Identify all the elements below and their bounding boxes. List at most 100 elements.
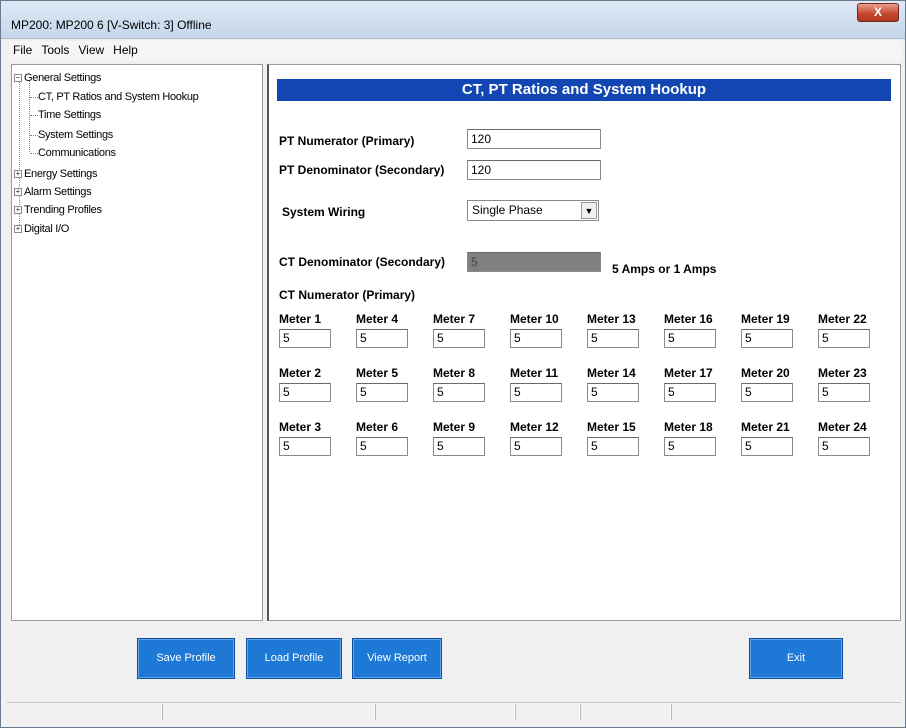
tree-item-label: Digital I/O: [24, 223, 69, 235]
meter-ct-input[interactable]: 5: [510, 437, 562, 456]
load-profile-button[interactable]: Load Profile: [246, 638, 342, 679]
tree-item-time-settings[interactable]: Time Settings: [38, 107, 101, 123]
menu-help[interactable]: Help: [109, 41, 143, 57]
meter-ct-input[interactable]: 5: [356, 383, 408, 402]
meter-ct-input[interactable]: 5: [356, 329, 408, 348]
meter-label: Meter 14: [587, 366, 636, 380]
meter-ct-input[interactable]: 5: [510, 383, 562, 402]
menu-file[interactable]: File: [9, 41, 37, 57]
ct-denominator-input: 5: [467, 252, 601, 272]
meter-ct-input[interactable]: 5: [279, 437, 331, 456]
meter-label: Meter 18: [664, 420, 713, 434]
meter-ct-input[interactable]: 5: [664, 329, 716, 348]
meter-ct-input[interactable]: 5: [664, 437, 716, 456]
tree-item-energy-settings[interactable]: + Energy Settings: [14, 166, 97, 182]
tree-connector: [30, 135, 38, 136]
meter-ct-input[interactable]: 5: [741, 329, 793, 348]
meter-label: Meter 20: [741, 366, 790, 380]
meter-ct-input[interactable]: 5: [433, 383, 485, 402]
tree-item-alarm-settings[interactable]: + Alarm Settings: [14, 184, 92, 200]
meter-label: Meter 24: [818, 420, 867, 434]
system-wiring-value: Single Phase: [472, 203, 543, 217]
tree-item-general-settings[interactable]: − General Settings: [14, 70, 101, 86]
meter-ct-input[interactable]: 5: [587, 437, 639, 456]
meter-label: Meter 21: [741, 420, 790, 434]
expand-icon[interactable]: +: [14, 206, 22, 215]
meter-label: Meter 2: [279, 366, 322, 380]
meter-label: Meter 11: [510, 366, 559, 380]
tree-item-label: Time Settings: [38, 109, 101, 121]
meter-ct-input[interactable]: 5: [587, 383, 639, 402]
meter-ct-input[interactable]: 5: [741, 437, 793, 456]
tree-item-ct-pt-ratios[interactable]: CT, PT Ratios and System Hookup: [38, 89, 199, 105]
section-banner: CT, PT Ratios and System Hookup: [277, 79, 891, 101]
title-bar[interactable]: MP200: MP200 6 [V-Switch: 3] Offline X: [1, 1, 905, 39]
tree-connector: [30, 115, 38, 116]
expand-icon[interactable]: +: [14, 225, 22, 234]
pt-numerator-input[interactable]: 120: [467, 129, 601, 149]
pt-denominator-input[interactable]: 120: [467, 160, 601, 180]
pt-denominator-label: PT Denominator (Secondary): [279, 163, 445, 177]
ct-denominator-label: CT Denominator (Secondary): [279, 255, 446, 269]
system-wiring-label: System Wiring: [282, 205, 366, 219]
tree-item-label: Communications: [38, 147, 116, 159]
meter-label: Meter 10: [510, 312, 559, 326]
status-separator: [375, 704, 376, 720]
meter-ct-input[interactable]: 5: [587, 329, 639, 348]
status-separator: [671, 704, 672, 720]
tree-item-digital-io[interactable]: + Digital I/O: [14, 221, 69, 237]
status-separator: [162, 704, 163, 720]
meter-label: Meter 15: [587, 420, 636, 434]
system-wiring-select[interactable]: Single Phase ▼: [467, 200, 599, 221]
meter-label: Meter 13: [587, 312, 636, 326]
tree-item-label: Alarm Settings: [24, 186, 92, 198]
tree-item-label: System Settings: [38, 129, 113, 141]
menu-tools[interactable]: Tools: [37, 41, 74, 57]
close-button[interactable]: X: [857, 3, 899, 22]
tree-connector: [30, 153, 38, 154]
tree-connector: [29, 81, 30, 152]
menu-bar: File Tools View Help: [9, 41, 901, 61]
meter-ct-input[interactable]: 5: [279, 329, 331, 348]
meter-label: Meter 3: [279, 420, 322, 434]
tree-item-label: Trending Profiles: [24, 204, 102, 216]
save-profile-button[interactable]: Save Profile: [137, 638, 235, 679]
settings-form-panel: CT, PT Ratios and System Hookup PT Numer…: [267, 64, 901, 621]
expand-icon[interactable]: +: [14, 170, 22, 179]
tree-item-communications[interactable]: Communications: [38, 145, 116, 161]
tree-item-trending-profiles[interactable]: + Trending Profiles: [14, 202, 102, 218]
meter-ct-input[interactable]: 5: [510, 329, 562, 348]
tree-connector: [30, 97, 38, 98]
meter-label: Meter 9: [433, 420, 476, 434]
meter-label: Meter 19: [741, 312, 790, 326]
tree-item-system-settings[interactable]: System Settings: [38, 127, 113, 143]
meter-ct-input[interactable]: 5: [433, 329, 485, 348]
window-title: MP200: MP200 6 [V-Switch: 3] Offline: [11, 18, 212, 32]
meter-ct-input[interactable]: 5: [279, 383, 331, 402]
tree-item-label: CT, PT Ratios and System Hookup: [38, 91, 199, 103]
meter-label: Meter 7: [433, 312, 476, 326]
meter-ct-input[interactable]: 5: [356, 437, 408, 456]
collapse-icon[interactable]: −: [14, 74, 22, 83]
settings-tree: − General Settings CT, PT Ratios and Syst…: [11, 64, 263, 621]
meter-label: Meter 5: [356, 366, 399, 380]
meter-label: Meter 17: [664, 366, 713, 380]
meter-label: Meter 4: [356, 312, 399, 326]
chevron-down-icon[interactable]: ▼: [581, 202, 597, 219]
status-separator: [580, 704, 581, 720]
meter-label: Meter 8: [433, 366, 476, 380]
app-window: MP200: MP200 6 [V-Switch: 3] Offline X F…: [0, 0, 906, 728]
meter-ct-input[interactable]: 5: [664, 383, 716, 402]
tree-item-label: Energy Settings: [24, 168, 98, 180]
ct-numerator-label: CT Numerator (Primary): [279, 288, 416, 302]
meter-ct-input[interactable]: 5: [818, 383, 870, 402]
expand-icon[interactable]: +: [14, 188, 22, 197]
meter-ct-input[interactable]: 5: [818, 329, 870, 348]
meter-ct-input[interactable]: 5: [433, 437, 485, 456]
menu-view[interactable]: View: [74, 41, 109, 57]
meter-ct-input[interactable]: 5: [741, 383, 793, 402]
exit-button[interactable]: Exit: [749, 638, 843, 679]
meter-label: Meter 22: [818, 312, 867, 326]
view-report-button[interactable]: View Report: [352, 638, 442, 679]
meter-ct-input[interactable]: 5: [818, 437, 870, 456]
